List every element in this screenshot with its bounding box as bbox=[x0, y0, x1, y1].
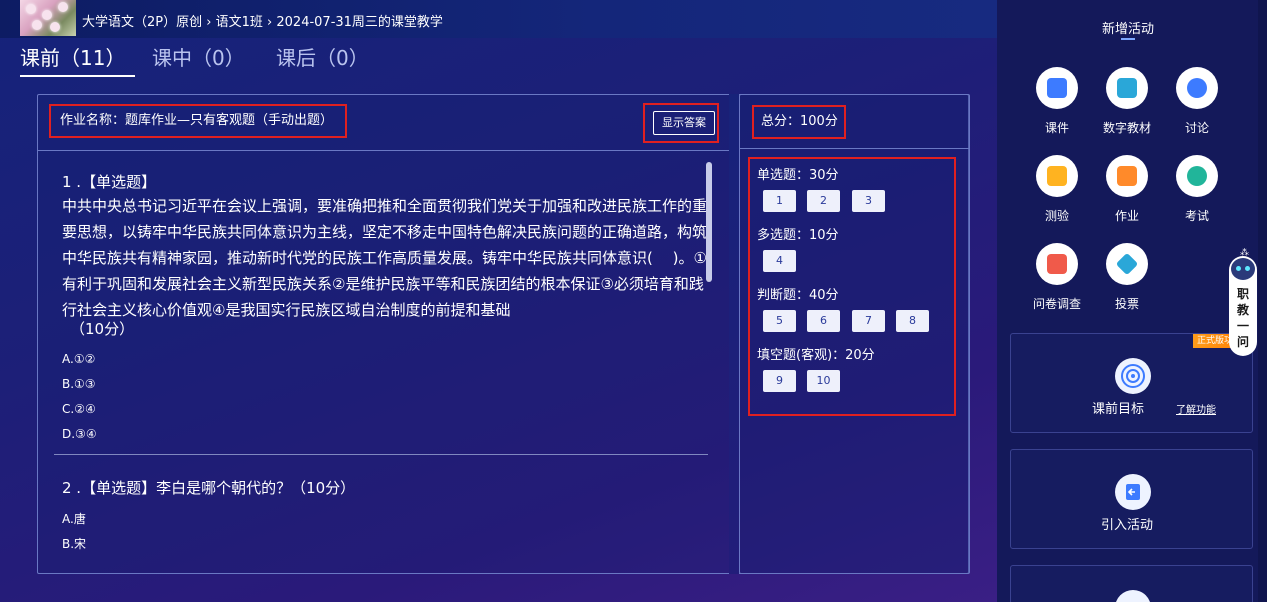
activity-survey[interactable]: 问卷调查 bbox=[1025, 243, 1089, 312]
survey-icon bbox=[1047, 254, 1067, 274]
question-1-option-a: A.①② bbox=[62, 352, 96, 366]
tab-after-class[interactable]: 课后（0） bbox=[276, 42, 369, 71]
assistant-label: 职教一问 bbox=[1236, 287, 1249, 349]
exam-icon bbox=[1187, 166, 1207, 186]
activity-label: 数字教材 bbox=[1102, 121, 1151, 135]
homework-icon bbox=[1117, 166, 1137, 186]
breadcrumb-separator: › bbox=[267, 15, 273, 30]
activity-label: 投票 bbox=[1114, 297, 1139, 311]
question-2-option-a: A.唐 bbox=[62, 512, 86, 526]
target-icon bbox=[1115, 358, 1151, 394]
activity-label: 问卷调查 bbox=[1032, 297, 1081, 311]
digital-textbook-icon bbox=[1117, 78, 1137, 98]
section-label-single-choice: 单选题：30分 bbox=[757, 168, 839, 183]
activity-label: 课件 bbox=[1044, 121, 1069, 135]
card-label: 课前目标 bbox=[1092, 402, 1145, 417]
activity-discussion[interactable]: 讨论 bbox=[1165, 67, 1229, 136]
question-number-button[interactable]: 5 bbox=[763, 310, 796, 332]
tab-before-class[interactable]: 课前（11） bbox=[20, 42, 136, 77]
question-scrollbar[interactable] bbox=[706, 162, 712, 282]
question-number-button[interactable]: 9 bbox=[763, 370, 796, 392]
question-1-score: （10分） bbox=[70, 320, 135, 338]
sidebar-title: 新增活动 bbox=[1101, 22, 1154, 37]
question-1-title: 1 .【单选题】 bbox=[62, 173, 157, 191]
card-pre-class-goal[interactable]: 课前目标 了解功能 bbox=[1010, 333, 1253, 433]
learn-feature-link[interactable]: 了解功能 bbox=[1176, 401, 1216, 416]
breadcrumb-class[interactable]: 语文1班 bbox=[216, 15, 263, 30]
question-number-button[interactable]: 6 bbox=[807, 310, 840, 332]
question-sections: 单选题：30分 1 2 3 多选题：10分 4 判断题：40分 5 6 7 8 … bbox=[748, 157, 956, 416]
question-number-button[interactable]: 3 bbox=[852, 190, 885, 212]
card-icon bbox=[1115, 590, 1151, 602]
sidebar-scrollbar[interactable] bbox=[1258, 0, 1267, 602]
activity-quiz[interactable]: 测验 bbox=[1025, 155, 1089, 224]
activity-digital-textbook[interactable]: 数字教材 bbox=[1095, 67, 1159, 136]
breadcrumb-session: 2024-07-31周三的课堂教学 bbox=[276, 15, 443, 30]
activity-homework[interactable]: 作业 bbox=[1095, 155, 1159, 224]
panel-gap bbox=[729, 94, 739, 574]
activity-vote[interactable]: 投票 bbox=[1095, 243, 1159, 312]
vote-icon bbox=[1115, 252, 1139, 276]
robot-icon bbox=[1231, 258, 1255, 280]
sidebar-title-underline bbox=[1121, 38, 1135, 40]
question-1-option-b: B.①③ bbox=[62, 377, 96, 391]
breadcrumb-separator: › bbox=[206, 15, 212, 30]
section-label-fill-blank: 填空题(客观)：20分 bbox=[757, 348, 875, 363]
question-number-button[interactable]: 4 bbox=[763, 250, 796, 272]
top-bar: 大学语文（2P）原创 › 语文1班 › 2024-07-31周三的课堂教学 bbox=[0, 0, 997, 38]
breadcrumb: 大学语文（2P）原创 › 语文1班 › 2024-07-31周三的课堂教学 bbox=[82, 11, 443, 30]
activity-label: 测验 bbox=[1044, 209, 1069, 223]
question-list: 1 .【单选题】 中共中央总书记习近平在会议上强调，要准确把推和全面贯彻我们党关… bbox=[54, 151, 708, 571]
section-label-multiple-choice: 多选题：10分 bbox=[757, 228, 839, 243]
card-label: 引入活动 bbox=[1101, 518, 1154, 533]
activity-label: 考试 bbox=[1184, 209, 1209, 223]
quiz-icon bbox=[1047, 166, 1067, 186]
activity-label: 作业 bbox=[1114, 209, 1139, 223]
courseware-icon bbox=[1047, 78, 1067, 98]
question-1-option-d: D.③④ bbox=[62, 427, 97, 441]
score-header: 总分：100分 bbox=[740, 95, 969, 149]
course-thumbnail bbox=[20, 0, 76, 36]
question-number-button[interactable]: 2 bbox=[807, 190, 840, 212]
show-answer-highlight: 显示答案 bbox=[643, 103, 719, 143]
question-number-button[interactable]: 7 bbox=[852, 310, 885, 332]
tab-in-class[interactable]: 课中（0） bbox=[152, 42, 245, 71]
question-1-option-c: C.②④ bbox=[62, 402, 96, 416]
question-2-title: 2 .【单选题】李白是哪个朝代的？（10分） bbox=[62, 479, 356, 497]
activity-courseware[interactable]: 课件 bbox=[1025, 67, 1089, 136]
breadcrumb-course[interactable]: 大学语文（2P）原创 bbox=[82, 15, 202, 30]
question-number-button[interactable]: 1 bbox=[763, 190, 796, 212]
discussion-icon bbox=[1187, 78, 1207, 98]
question-1-body: 中共中央总书记习近平在会议上强调，要准确把推和全面贯彻我们党关于加强和改进民族工… bbox=[62, 197, 708, 319]
activity-label: 讨论 bbox=[1184, 121, 1209, 135]
question-number-button[interactable]: 8 bbox=[896, 310, 929, 332]
homework-header: 作业名称：题库作业—只有客观题（手动出题） 显示答案 bbox=[37, 94, 729, 151]
assistant-widget[interactable]: 职教一问 bbox=[1229, 256, 1257, 356]
import-icon bbox=[1115, 474, 1151, 510]
question-divider bbox=[54, 454, 708, 455]
activity-exam[interactable]: 考试 bbox=[1165, 155, 1229, 224]
card-more[interactable] bbox=[1010, 565, 1253, 602]
question-number-button[interactable]: 10 bbox=[807, 370, 840, 392]
section-label-true-false: 判断题：40分 bbox=[757, 288, 839, 303]
homework-name: 作业名称：题库作业—只有客观题（手动出题） bbox=[49, 104, 347, 138]
question-2-option-b: B.宋 bbox=[62, 537, 87, 551]
total-score: 总分：100分 bbox=[752, 105, 846, 139]
show-answer-button[interactable]: 显示答案 bbox=[653, 111, 715, 135]
card-import-activity[interactable]: 引入活动 bbox=[1010, 449, 1253, 549]
